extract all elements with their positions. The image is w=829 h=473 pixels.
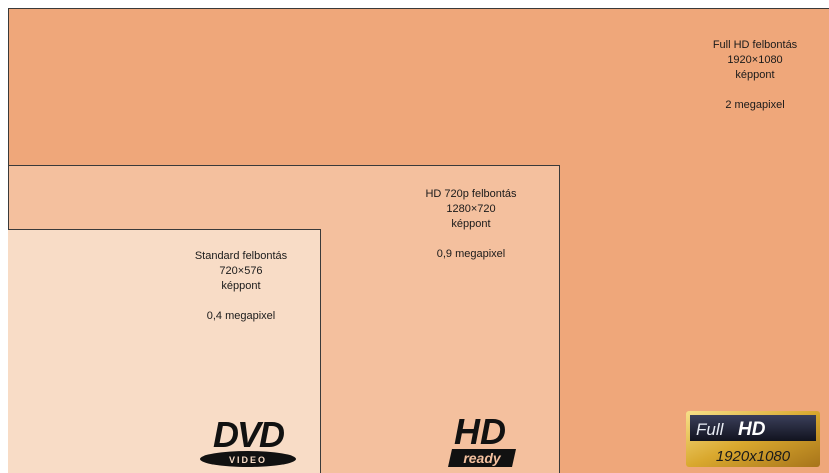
- fullhd-label-block: Full HD felbontás 1920×1080 képpont 2 me…: [690, 38, 820, 113]
- fullhd-logo-resolution-text: 1920x1080: [716, 448, 791, 465]
- hd720-unit: képpont: [451, 218, 491, 230]
- fullhd-title: Full HD felbontás: [712, 39, 798, 51]
- standard-label-block: Standard felbontás 720×576 képpont 0,4 m…: [176, 249, 306, 324]
- dvd-logo-text: DVD: [213, 414, 284, 455]
- hd-logo-ready-text: ready: [463, 450, 502, 466]
- fullhd-logo-hd-text: HD: [738, 419, 766, 440]
- hd-logo-text: HD: [454, 411, 506, 452]
- dvd-logo-video-text: VIDEO: [229, 455, 267, 465]
- dvd-video-logo-icon: DVD VIDEO: [200, 414, 296, 467]
- hd-ready-logo-icon: HD ready: [448, 411, 516, 467]
- fullhd-logo-full-text: Full: [696, 420, 725, 439]
- hd720-megapixel: 0,9 megapixel: [436, 248, 506, 260]
- hd720-resolution: 1280×720: [446, 203, 496, 215]
- standard-megapixel: 0,4 megapixel: [206, 310, 276, 322]
- fullhd-unit: képpont: [735, 69, 775, 81]
- standard-unit: képpont: [221, 280, 261, 292]
- fullhd-resolution: 1920×1080: [727, 54, 783, 66]
- standard-resolution: 720×576: [219, 265, 263, 277]
- hd720-label-block: HD 720p felbontás 1280×720 képpont 0,9 m…: [406, 187, 536, 262]
- fullhd-logo-icon: Full HD 1920x1080: [686, 411, 820, 467]
- standard-title: Standard felbontás: [194, 250, 288, 262]
- hd720-title: HD 720p felbontás: [425, 188, 517, 200]
- fullhd-megapixel: 2 megapixel: [725, 99, 785, 111]
